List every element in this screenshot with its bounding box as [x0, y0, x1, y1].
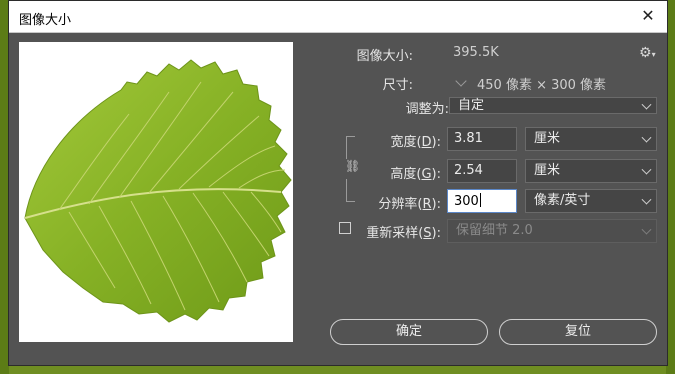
resample-method-select: 保留细节 2.0 — [447, 219, 657, 243]
reset-button[interactable]: 复位 — [499, 319, 657, 345]
width-input[interactable]: 3.81 — [447, 127, 517, 151]
chevron-down-icon — [641, 224, 652, 235]
height-input[interactable]: 2.54 — [447, 159, 517, 183]
resolution-unit-value: 像素/英寸 — [534, 193, 591, 208]
chevron-down-icon — [641, 99, 652, 110]
resolution-label: 分辨率(R): — [378, 197, 441, 212]
chevron-down-icon — [641, 194, 652, 205]
chevron-down-icon[interactable] — [455, 75, 467, 87]
leaf-image — [24, 59, 292, 323]
gear-icon[interactable]: ⚙▾ — [639, 45, 656, 61]
fit-to-label: 调整为: — [405, 102, 449, 117]
height-unit-select[interactable]: 厘米 — [525, 159, 657, 183]
chevron-down-icon — [641, 164, 652, 175]
resolution-input[interactable]: 300 — [447, 189, 517, 213]
fit-to-value: 自定 — [458, 98, 485, 113]
title-bar: 图像大小 ✕ — [9, 1, 667, 33]
image-size-value: 395.5K — [453, 45, 499, 60]
width-label: 宽度(D): — [390, 135, 441, 150]
resample-method-value: 保留细节 2.0 — [456, 223, 533, 238]
dimensions-label: 尺寸: — [382, 78, 413, 93]
chevron-down-icon — [641, 132, 652, 143]
resample-checkbox[interactable] — [339, 222, 351, 234]
width-unit-value: 厘米 — [534, 131, 561, 146]
link-icon[interactable]: ⛓ — [345, 159, 360, 173]
close-icon[interactable]: ✕ — [639, 7, 657, 25]
image-size-dialog: 图像大小 ✕ 图像大小: 395.5K ⚙▾ 尺寸: 450 像素 × 300 … — [8, 0, 668, 366]
height-unit-value: 厘米 — [534, 163, 561, 178]
dialog-title: 图像大小 — [19, 13, 72, 28]
height-label: 高度(G): — [390, 167, 441, 182]
fit-to-select[interactable]: 自定 — [449, 97, 657, 114]
resample-label[interactable]: 重新采样(S): — [366, 222, 441, 241]
image-preview[interactable] — [19, 42, 293, 342]
image-size-label: 图像大小: — [356, 49, 413, 64]
dimensions-value: 450 像素 × 300 像素 — [477, 78, 607, 93]
constrain-bracket-bottom — [346, 179, 355, 202]
resolution-unit-select[interactable]: 像素/英寸 — [525, 189, 657, 213]
constrain-bracket-top — [346, 136, 355, 159]
width-unit-select[interactable]: 厘米 — [525, 127, 657, 151]
ok-button[interactable]: 确定 — [330, 319, 488, 345]
